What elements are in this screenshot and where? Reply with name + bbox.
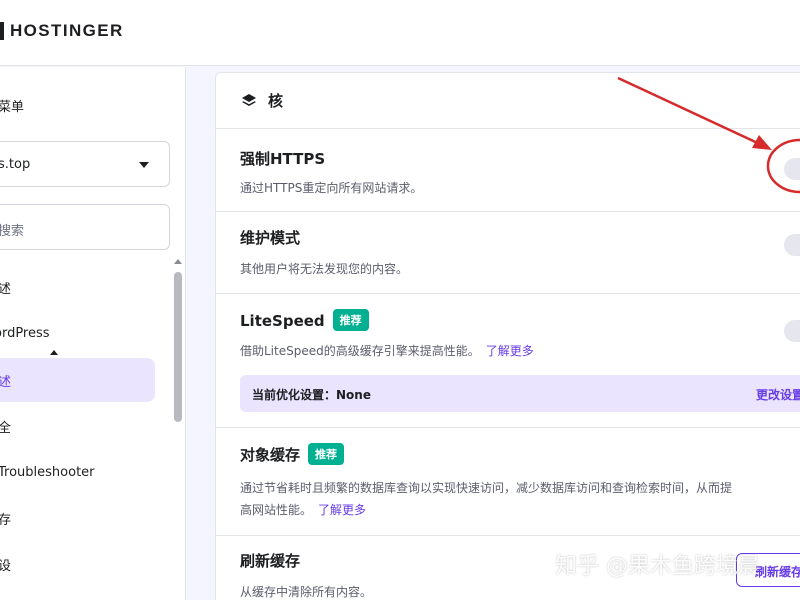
section-description: 从缓存中清除所有内容。 <box>240 585 373 599</box>
sidebar-item-label: 述 <box>0 281 12 297</box>
search-placeholder: 搜索 <box>0 224 25 239</box>
core-settings-card: 核 强制HTTPS 通过HTTPS重定向所有网站请求。 维护模式 其他用户将无法… <box>215 72 800 600</box>
sidebar-item-label: Troubleshooter <box>0 464 95 480</box>
hostinger-logo-icon[interactable] <box>0 22 4 40</box>
section-description: 通过节省耗时且频繁的数据库查询以实现快速访问，减少数据库访问和查询检索时间，从而… <box>240 481 733 495</box>
litespeed-toggle[interactable] <box>784 320 800 342</box>
logo-text[interactable]: HOSTINGER <box>10 21 124 41</box>
section-description: 借助LiteSpeed的高级缓存引擎来提高性能。 <box>240 344 480 358</box>
section-title: 强制HTTPS <box>240 150 326 168</box>
current-optimization-text: 当前优化设置：None <box>252 388 371 402</box>
sidebar-item-wordpress[interactable]: ordPress <box>0 311 160 355</box>
sidebar-search-input[interactable]: 搜索 <box>0 204 170 250</box>
optimization-settings-bar: 当前优化设置：None 更改设置 <box>240 375 800 412</box>
section-title-row: 对象缓存 推荐 <box>240 443 345 465</box>
sidebar: 菜单 称 s.top 搜索 述 ordPress 述 全 Troubleshoo… <box>0 67 186 600</box>
watermark: 知乎 @果木鱼跨境晨 <box>555 554 760 579</box>
chevron-up-icon[interactable] <box>49 349 58 355</box>
layers-icon <box>242 94 256 106</box>
section-title: LiteSpeed <box>240 312 325 330</box>
recommended-badge: 推荐 <box>308 443 345 465</box>
section-description: 高网站性能。 <box>240 503 313 517</box>
learn-more-link[interactable]: 了解更多 <box>318 503 366 517</box>
object-cache-section: 对象缓存 推荐 通过节省耗时且频繁的数据库查询以实现快速访问，减少数据库访问和查询… <box>216 428 800 536</box>
domain-select[interactable]: 称 s.top <box>0 141 170 187</box>
sidebar-item-wp-overview[interactable]: 述 <box>0 358 155 402</box>
sidebar-item-overview[interactable]: 述 <box>0 265 160 309</box>
sidebar-item-label: 存 <box>0 512 12 528</box>
section-title-row: LiteSpeed 推荐 <box>240 309 369 331</box>
caret-down-icon[interactable] <box>139 162 149 168</box>
card-title: 核 <box>268 92 284 110</box>
force-https-section: 强制HTTPS 通过HTTPS重定向所有网站请求。 <box>216 129 800 212</box>
sidebar-item-label: 述 <box>0 374 12 390</box>
maintenance-mode-section: 维护模式 其他用户将无法发现您的内容。 <box>216 212 800 294</box>
sidebar-item-troubleshooter[interactable]: Troubleshooter <box>0 450 160 494</box>
domain-select-value: s.top <box>0 157 31 172</box>
recommended-badge: 推荐 <box>332 309 369 331</box>
section-title: 对象缓存 <box>240 446 301 464</box>
force-https-toggle[interactable] <box>784 158 800 180</box>
section-description-row: 高网站性能。 了解更多 <box>240 501 366 518</box>
section-title: 维护模式 <box>240 229 301 247</box>
sidebar-item-label: ordPress <box>0 325 50 341</box>
section-description-row: 借助LiteSpeed的高级缓存引擎来提高性能。 了解更多 <box>240 342 534 359</box>
sidebar-item-label: 设 <box>0 558 12 574</box>
section-title: 刷新缓存 <box>240 552 301 570</box>
flush-cache-button-label: 刷新缓存 <box>755 565 800 579</box>
scroll-up-arrow[interactable] <box>174 259 182 264</box>
learn-more-link[interactable]: 了解更多 <box>486 344 534 358</box>
sidebar-item-security[interactable]: 全 <box>0 404 160 448</box>
sidebar-item-cache[interactable]: 存 <box>0 496 160 540</box>
card-header: 核 <box>216 73 800 129</box>
section-description: 其他用户将无法发现您的内容。 <box>240 262 409 276</box>
maintenance-mode-toggle[interactable] <box>784 234 800 256</box>
sidebar-item-label: 全 <box>0 420 12 436</box>
top-header: HOSTINGER <box>0 0 800 66</box>
change-settings-link[interactable]: 更改设置 <box>756 386 800 403</box>
menu-title: 菜单 <box>0 100 25 115</box>
section-description: 通过HTTPS重定向所有网站请求。 <box>240 181 423 195</box>
sidebar-scrollbar[interactable] <box>174 272 182 422</box>
sidebar-item-settings[interactable]: 设 <box>0 542 160 586</box>
